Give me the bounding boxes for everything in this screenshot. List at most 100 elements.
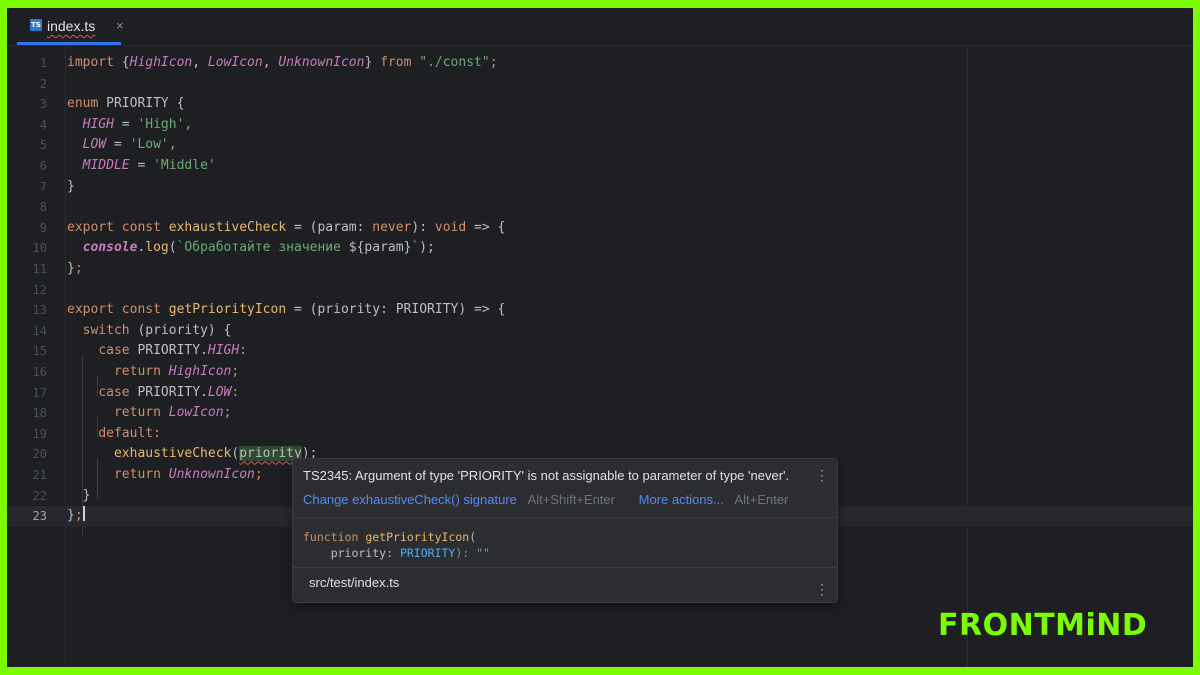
- line-number: 13: [32, 303, 47, 318]
- line-number: 2: [39, 76, 47, 91]
- code-line[interactable]: 12: [7, 280, 1193, 301]
- code-line[interactable]: 2: [7, 74, 1193, 95]
- code-text[interactable]: };: [67, 259, 83, 280]
- code-token: :: [153, 425, 161, 441]
- code-line[interactable]: 16 return HighIcon;: [7, 362, 1193, 383]
- code-line[interactable]: 14 switch (priority) {: [7, 321, 1193, 342]
- code-token: ;: [74, 261, 83, 276]
- more-actions-link[interactable]: More actions...: [639, 492, 724, 507]
- code-text[interactable]: case PRIORITY.LOW:: [67, 383, 239, 404]
- code-text[interactable]: export const exhaustiveCheck = (param: n…: [67, 218, 505, 239]
- code-line[interactable]: 6 MIDDLE = 'Middle': [7, 156, 1193, 177]
- code-token: 'Middle': [153, 158, 216, 173]
- code-token: `Обработайте значение: [176, 240, 349, 256]
- code-line[interactable]: 8: [7, 197, 1193, 218]
- code-token: :: [231, 384, 240, 400]
- line-number: 11: [32, 262, 47, 276]
- code-text[interactable]: switch (priority) {: [67, 321, 232, 342]
- change-signature-action[interactable]: Change exhaustiveCheck() signature: [303, 492, 517, 507]
- signature-param: priority:: [303, 546, 400, 560]
- code-token: console: [82, 240, 138, 256]
- line-number: 17: [32, 385, 47, 400]
- line-number: 7: [39, 179, 47, 194]
- code-token: enum: [67, 96, 107, 112]
- code-line[interactable]: 17 case PRIORITY.LOW:: [7, 383, 1193, 404]
- typescript-file-icon: TS: [30, 19, 42, 31]
- line-number: 6: [39, 159, 47, 173]
- code-token: }: [67, 178, 75, 194]
- code-text[interactable]: LOW = 'Low',: [67, 135, 177, 156]
- code-line[interactable]: 9 export const exhaustiveCheck = (param: …: [7, 218, 1193, 239]
- code-line[interactable]: 4 HIGH = 'High',: [7, 115, 1193, 136]
- code-token: }: [67, 508, 75, 524]
- file-path: src/test/index.ts: [309, 575, 400, 590]
- code-line[interactable]: 3 enum PRIORITY {: [7, 94, 1193, 115]
- code-text[interactable]: console.log(`Обработайте значение ${para…: [67, 238, 435, 259]
- more-options-icon[interactable]: ⋮: [815, 581, 829, 598]
- code-token: return: [113, 467, 169, 482]
- code-token: = (param:: [286, 219, 373, 235]
- code-text[interactable]: default:: [67, 424, 161, 445]
- signature-tail: ): "": [455, 546, 490, 560]
- code-text[interactable]: return LowIcon;: [67, 403, 231, 424]
- code-text[interactable]: import {HighIcon, LowIcon, UnknownIcon} …: [67, 53, 498, 74]
- code-token: case: [98, 343, 138, 359]
- code-token: => {: [466, 219, 506, 235]
- code-token: ,: [184, 116, 193, 132]
- code-text[interactable]: MIDDLE = 'Middle': [67, 156, 216, 177]
- line-number: 5: [39, 138, 47, 153]
- signature-function-name: getPriorityIcon: [365, 530, 470, 544]
- code-token: ):: [411, 219, 435, 235]
- code-token: LowIcon: [207, 55, 263, 70]
- code-token: ${param}: [348, 240, 412, 256]
- code-line[interactable]: 15 case PRIORITY.HIGH:: [7, 341, 1193, 362]
- signature-type[interactable]: PRIORITY: [400, 546, 455, 560]
- more-options-icon[interactable]: ⋮: [815, 467, 829, 484]
- code-text[interactable]: }: [67, 177, 75, 198]
- code-text[interactable]: };: [67, 506, 85, 527]
- code-line[interactable]: 19 default:: [7, 424, 1193, 445]
- code-token: export const: [67, 302, 169, 318]
- code-text[interactable]: return UnknownIcon;: [67, 465, 263, 486]
- code-line[interactable]: 11};: [7, 259, 1193, 280]
- code-line[interactable]: 5 LOW = 'Low',: [7, 135, 1193, 156]
- line-number: 22: [32, 488, 47, 503]
- error-message: TS2345: Argument of type 'PRIORITY' is n…: [303, 468, 790, 483]
- tab-index-ts[interactable]: TS index.ts ×: [21, 8, 124, 45]
- code-text[interactable]: export const getPriorityIcon = (priority…: [67, 300, 505, 321]
- close-icon[interactable]: ×: [116, 18, 124, 33]
- code-token: ;: [231, 364, 240, 379]
- code-token: exhaustiveCheck: [113, 446, 232, 462]
- code-line[interactable]: 10 console.log(`Обработайте значение ${p…: [7, 238, 1193, 259]
- code-text[interactable]: exhaustiveCheck(priority);: [67, 444, 317, 465]
- line-number: 18: [32, 406, 47, 421]
- code-line[interactable]: 7}: [7, 177, 1193, 198]
- code-text[interactable]: }: [67, 486, 91, 507]
- code-token: PRIORITY.: [137, 343, 208, 359]
- code-text[interactable]: case PRIORITY.HIGH:: [67, 341, 247, 362]
- code-token: = (priority: PRIORITY) => {: [286, 302, 506, 318]
- tab-label[interactable]: index.ts: [47, 18, 95, 34]
- code-token: 'Low': [129, 137, 169, 153]
- code-line[interactable]: 1 import {HighIcon, LowIcon, UnknownIcon}…: [7, 53, 1193, 74]
- active-tab-indicator: [17, 42, 121, 45]
- code-text[interactable]: HIGH = 'High',: [67, 115, 193, 136]
- code-token: UnknownIcon: [168, 467, 255, 482]
- code-text[interactable]: return HighIcon;: [67, 362, 239, 383]
- code-token: UnknownIcon: [278, 55, 365, 70]
- code-token: void: [434, 219, 467, 235]
- signature-keyword: function: [303, 530, 359, 544]
- code-line[interactable]: 18 return LowIcon;: [7, 403, 1193, 424]
- code-line[interactable]: 13 export const getPriorityIcon = (priori…: [7, 300, 1193, 321]
- code-token: ,: [262, 55, 279, 70]
- code-token: getPriorityIcon: [168, 302, 287, 318]
- code-token: ,: [192, 55, 208, 70]
- code-text[interactable]: enum PRIORITY {: [67, 94, 184, 115]
- quick-fix-actions: Change exhaustiveCheck() signature Alt+S…: [303, 492, 788, 507]
